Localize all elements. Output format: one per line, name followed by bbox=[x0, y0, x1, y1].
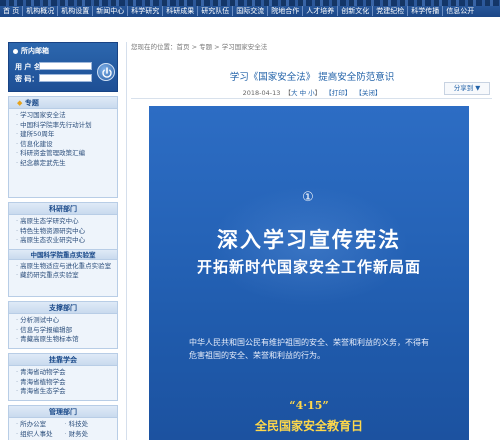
nav-item[interactable]: 国际交流 bbox=[233, 6, 269, 16]
username-input[interactable] bbox=[39, 62, 92, 70]
support-title: 支撑部门 bbox=[9, 302, 117, 314]
affiliated-panel: 挂靠学会 青海省动物学会青海省植物学会青海省生态学会 bbox=[8, 353, 118, 401]
nav-item[interactable]: 科研成果 bbox=[163, 6, 199, 16]
admin-title: 管理部门 bbox=[9, 406, 117, 418]
nav-item[interactable]: 首 页 bbox=[0, 6, 24, 16]
support-dept-link[interactable]: 信息与学报编辑部 bbox=[16, 326, 113, 336]
star-icon: ◆ bbox=[17, 99, 23, 107]
breadcrumb-home[interactable]: 首页 bbox=[177, 43, 190, 51]
font-size-close: 】 bbox=[314, 89, 322, 97]
admin-dept-link[interactable]: 组织人事处 bbox=[16, 430, 65, 440]
support-dept-link[interactable]: 青藏高原生物标本馆 bbox=[16, 335, 113, 345]
nav-item[interactable]: 党建纪检 bbox=[373, 6, 409, 16]
society-link[interactable]: 青海省动物学会 bbox=[16, 368, 113, 378]
sidebar: 所内邮箱 用 户 名： 密 码： ◆ 专题 学习国家安全法中国科学院率先行动计划… bbox=[8, 42, 118, 440]
topic-link[interactable]: 中国科学院率先行动计划 bbox=[16, 121, 113, 131]
poster-day-title: 全民国家安全教育日 bbox=[254, 419, 363, 433]
breadcrumb-separator: > bbox=[189, 43, 200, 51]
admin-dept-link[interactable]: 所办公室 bbox=[16, 420, 65, 430]
lab-title: 中国科学院重点实验室 bbox=[9, 248, 117, 260]
nav-item[interactable]: 新闻中心 bbox=[93, 6, 129, 16]
nav-item[interactable]: 信息公开 bbox=[443, 6, 477, 16]
login-title: 所内邮箱 bbox=[21, 47, 49, 55]
poster-headline: 深入学习宣传宪法 bbox=[217, 228, 401, 252]
lab-link[interactable]: 藏药研究重点实验室 bbox=[16, 271, 113, 281]
admin-panel: 管理部门 所办公室科技处组织人事处财务处 bbox=[8, 405, 118, 440]
nav-item[interactable]: 机构概况 bbox=[23, 6, 59, 16]
login-header: 所内邮箱 bbox=[13, 46, 49, 56]
topic-link[interactable]: 纪念慕定武先生 bbox=[16, 159, 113, 169]
poster-date: “4·15” bbox=[289, 399, 329, 412]
nav-item[interactable]: 科学传播 bbox=[408, 6, 444, 16]
admin-dept-link[interactable]: 财务处 bbox=[65, 430, 114, 440]
poster-number: ① bbox=[302, 190, 314, 205]
affiliated-title: 挂靠学会 bbox=[9, 354, 117, 366]
bullet-icon bbox=[13, 48, 18, 54]
research-dept-link[interactable]: 高原生态农业研究中心 bbox=[16, 236, 113, 246]
poster-subheadline: 开拓新时代国家安全工作新局面 bbox=[196, 258, 421, 276]
society-link[interactable]: 青海省植物学会 bbox=[16, 378, 113, 388]
research-panel: 科研部门 高原生态学研究中心特色生物资源研究中心高原生态农业研究中心 中国科学院… bbox=[8, 202, 118, 297]
font-large-link[interactable]: 大 bbox=[291, 89, 298, 97]
breadcrumb: 您现在的位置：首页 > 专题 > 学习国家安全法 bbox=[131, 42, 267, 52]
breadcrumb-current[interactable]: 学习国家安全法 bbox=[222, 43, 268, 51]
topics-title: ◆ 专题 bbox=[9, 97, 117, 109]
lab-list: 高原生物适应与进化重点实验室藏药研究重点实验室 bbox=[9, 260, 117, 284]
power-icon bbox=[102, 67, 112, 78]
research-list: 高原生态学研究中心特色生物资源研究中心高原生态农业研究中心 bbox=[9, 215, 117, 249]
society-link[interactable]: 青海省生态学会 bbox=[16, 387, 113, 397]
topic-link[interactable]: 信息化建设 bbox=[16, 140, 113, 150]
topics-panel: ◆ 专题 学习国家安全法中国科学院率先行动计划建所50周年信息化建设科研资金管理… bbox=[8, 96, 118, 198]
admin-dept-link[interactable]: 科技处 bbox=[65, 420, 114, 430]
admin-list: 所办公室科技处组织人事处财务处 bbox=[9, 418, 117, 440]
support-dept-link[interactable]: 分析测试中心 bbox=[16, 316, 113, 326]
caret-down-icon: ▼ bbox=[475, 84, 481, 92]
lab-link[interactable]: 高原生物适应与进化重点实验室 bbox=[16, 262, 113, 272]
topic-link[interactable]: 建所50周年 bbox=[16, 130, 113, 140]
poster-image: ① 深入学习宣传宪法 开拓新时代国家安全工作新局面 中华人民共和国公民有维护祖国… bbox=[149, 106, 469, 440]
affiliated-list: 青海省动物学会青海省植物学会青海省生态学会 bbox=[9, 366, 117, 400]
close-link[interactable]: 【关闭】 bbox=[355, 89, 381, 97]
password-input[interactable] bbox=[39, 74, 92, 82]
login-box: 所内邮箱 用 户 名： 密 码： bbox=[8, 42, 118, 92]
top-banner: 首 页机构概况 机构设置 新闻中心 科学研究 科研成果 研究队伍 国际交流 院地合作 人才培养创… bbox=[0, 0, 500, 17]
login-button[interactable] bbox=[97, 63, 115, 81]
article-title: 学习《国家安全法》 提高安全防范意识 bbox=[229, 72, 395, 83]
nav-item[interactable]: 人才培养 bbox=[303, 6, 339, 16]
share-button[interactable]: 分享到 ▼ bbox=[444, 82, 490, 95]
password-label: 密 码： bbox=[15, 75, 39, 83]
research-dept-link[interactable]: 高原生态学研究中心 bbox=[16, 217, 113, 227]
share-label: 分享到 bbox=[453, 84, 474, 92]
topic-link[interactable]: 学习国家安全法 bbox=[16, 111, 113, 121]
breadcrumb-prefix: 您现在的位置： bbox=[131, 43, 177, 51]
support-panel: 支撑部门 分析测试中心信息与学报编辑部青藏高原生物标本馆 bbox=[8, 301, 118, 349]
breadcrumb-separator: > bbox=[212, 43, 222, 51]
nav-item[interactable]: 院地合作 bbox=[268, 6, 304, 16]
nav-item[interactable]: 机构设置 bbox=[58, 6, 94, 16]
support-list: 分析测试中心信息与学报编辑部青藏高原生物标本馆 bbox=[9, 314, 117, 348]
research-dept-link[interactable]: 特色生物资源研究中心 bbox=[16, 227, 113, 237]
article-date: 2018-04-13 bbox=[242, 89, 281, 97]
font-medium-link[interactable]: 中 bbox=[300, 89, 307, 97]
article-meta: 2018-04-13 【大 中 小】 【打印】 【关闭】 bbox=[127, 87, 497, 97]
divider bbox=[131, 98, 492, 99]
main-nav: 首 页机构概况 机构设置 新闻中心 科学研究 科研成果 研究队伍 国际交流 院地合作 人才培养创… bbox=[0, 5, 477, 17]
topics-list: 学习国家安全法中国科学院率先行动计划建所50周年信息化建设科研资金管理政策汇编纪… bbox=[9, 109, 117, 171]
main-content: 您现在的位置：首页 > 专题 > 学习国家安全法 学习《国家安全法》 提高安全防… bbox=[126, 42, 500, 440]
nav-item[interactable]: 研究队伍 bbox=[198, 6, 234, 16]
poster-body-text: 中华人民共和国公民有维护祖国的安全、荣誉和利益的义务，不得有危害祖国的安全、荣誉… bbox=[189, 338, 429, 360]
topic-link[interactable]: 科研资金管理政策汇编 bbox=[16, 149, 113, 159]
nav-item[interactable]: 科学研究 bbox=[128, 6, 164, 16]
research-title: 科研部门 bbox=[9, 203, 117, 215]
nav-item[interactable]: 创新文化 bbox=[338, 6, 374, 16]
breadcrumb-section[interactable]: 专题 bbox=[199, 43, 212, 51]
print-link[interactable]: 【打印】 bbox=[325, 89, 351, 97]
